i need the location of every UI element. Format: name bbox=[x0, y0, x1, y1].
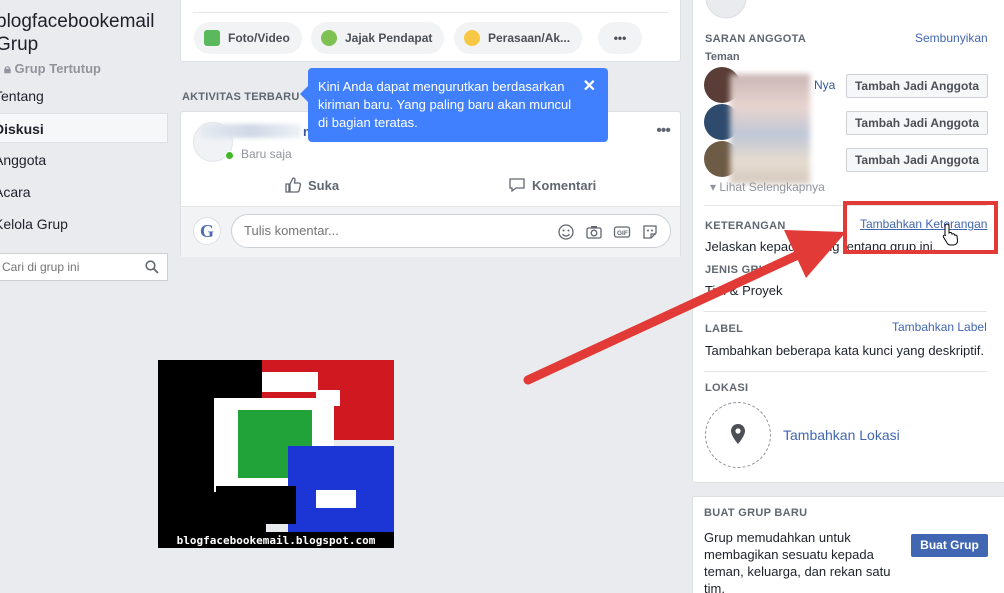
group-type-heading: JENIS GRUP bbox=[705, 264, 775, 276]
member-name-suffix[interactable]: Nya bbox=[814, 78, 835, 92]
sticker-icon[interactable] bbox=[641, 223, 659, 241]
lock-icon: 🔒︎ bbox=[4, 61, 11, 76]
add-label-link[interactable]: Tambahkan Label bbox=[892, 320, 987, 334]
create-group-text: Grup memudahkan untuk membagikan sesuatu… bbox=[704, 530, 891, 593]
post-time[interactable]: Baru saja bbox=[241, 147, 292, 161]
poll-button[interactable]: Jajak Pendapat bbox=[311, 22, 445, 54]
add-member-button-3[interactable]: Tambah Jadi Anggota bbox=[846, 148, 988, 172]
see-more-link[interactable]: ▾ Lihat Selengkapnya bbox=[710, 180, 825, 194]
photo-video-button[interactable]: Foto/Video bbox=[194, 22, 302, 54]
blurred-author-name bbox=[201, 124, 301, 138]
comment-bubble-icon bbox=[509, 178, 525, 193]
create-group-heading: BUAT GRUP BARU bbox=[704, 507, 808, 519]
poll-icon bbox=[321, 30, 337, 46]
like-button[interactable]: Suka bbox=[284, 176, 339, 194]
svg-text:GIF: GIF bbox=[617, 230, 628, 237]
left-sidebar: blogfacebookemail Grup 🔒︎ Grup Tertutup … bbox=[0, 0, 172, 593]
emoji-icon[interactable] bbox=[557, 223, 575, 241]
online-status-dot bbox=[225, 151, 234, 160]
location-heading: LOKASI bbox=[705, 382, 749, 394]
sort-tooltip: Kini Anda dapat mengurutkan berdasarkan … bbox=[300, 68, 608, 142]
group-type-value: Tim & Proyek bbox=[705, 283, 783, 298]
recent-activity-label[interactable]: AKTIVITAS TERBARU bbox=[182, 91, 299, 103]
sidebar-item-tentang[interactable]: Tentang bbox=[0, 81, 168, 111]
separator bbox=[704, 371, 987, 372]
composer-divider bbox=[193, 12, 668, 13]
location-circle[interactable] bbox=[705, 402, 771, 468]
group-name[interactable]: blogfacebookemail Grup bbox=[0, 10, 166, 56]
sidebar-item-acara[interactable]: Acara bbox=[0, 177, 168, 207]
label-heading: LABEL bbox=[705, 323, 744, 335]
top-avatar-icon bbox=[705, 0, 747, 19]
watermark-text: blogfacebookemail.blogspot.com bbox=[177, 534, 376, 547]
suggested-members-heading: SARAN ANGGOTA bbox=[705, 33, 807, 45]
smiley-icon bbox=[464, 30, 480, 46]
add-member-button-1[interactable]: Tambah Jadi Anggota bbox=[846, 74, 988, 98]
comment-input[interactable] bbox=[244, 223, 544, 238]
photo-icon bbox=[204, 30, 220, 46]
composer: Foto/Video Jajak Pendapat Perasaan/Ak...… bbox=[180, 0, 681, 62]
close-icon[interactable]: ✕ bbox=[583, 78, 596, 96]
comment-row: G GIF bbox=[181, 207, 680, 257]
label-text: Tambahkan beberapa kata kunci yang deskr… bbox=[705, 343, 984, 358]
create-group-button[interactable]: Buat Grup bbox=[911, 534, 988, 557]
feeling-activity-button[interactable]: Perasaan/Ak... bbox=[454, 22, 583, 54]
tooltip-text: Kini Anda dapat mengurutkan berdasarkan … bbox=[318, 79, 572, 130]
thumbs-up-icon bbox=[285, 177, 302, 193]
post-more-menu[interactable]: ••• bbox=[656, 122, 671, 140]
group-search[interactable] bbox=[0, 253, 168, 281]
add-location-link[interactable]: Tambahkan Lokasi bbox=[783, 427, 900, 443]
blog-logo: blogfacebookemail.blogspot.com bbox=[158, 360, 394, 548]
map-pin-icon bbox=[731, 424, 745, 444]
sidebar-item-kelola-grup[interactable]: Kelola Grup bbox=[0, 209, 168, 239]
group-type: 🔒︎ Grup Tertutup bbox=[4, 61, 101, 76]
gif-icon[interactable]: GIF bbox=[613, 223, 631, 241]
chevron-down-icon: ▾ bbox=[710, 180, 717, 194]
sidebar-item-anggota[interactable]: Anggota bbox=[0, 145, 168, 175]
separator bbox=[704, 311, 987, 312]
description-heading: KETERANGAN bbox=[705, 220, 786, 232]
sidebar-item-diskusi[interactable]: Diskusi bbox=[0, 113, 168, 143]
annotation-highlight-box bbox=[843, 201, 998, 254]
camera-icon[interactable] bbox=[585, 223, 603, 241]
comment-button[interactable]: Komentari bbox=[508, 176, 596, 194]
blurred-member-names bbox=[730, 74, 810, 184]
add-member-button-2[interactable]: Tambah Jadi Anggota bbox=[846, 111, 988, 135]
hand-cursor-icon bbox=[942, 223, 959, 246]
commenter-avatar[interactable]: G bbox=[193, 217, 221, 245]
hide-link[interactable]: Sembunyikan bbox=[915, 31, 988, 45]
comment-box[interactable]: GIF bbox=[231, 214, 671, 248]
more-options-button[interactable]: ••• bbox=[598, 22, 642, 54]
search-icon[interactable] bbox=[145, 260, 159, 274]
group-search-input[interactable] bbox=[0, 254, 138, 280]
friends-label: Teman bbox=[705, 51, 740, 63]
